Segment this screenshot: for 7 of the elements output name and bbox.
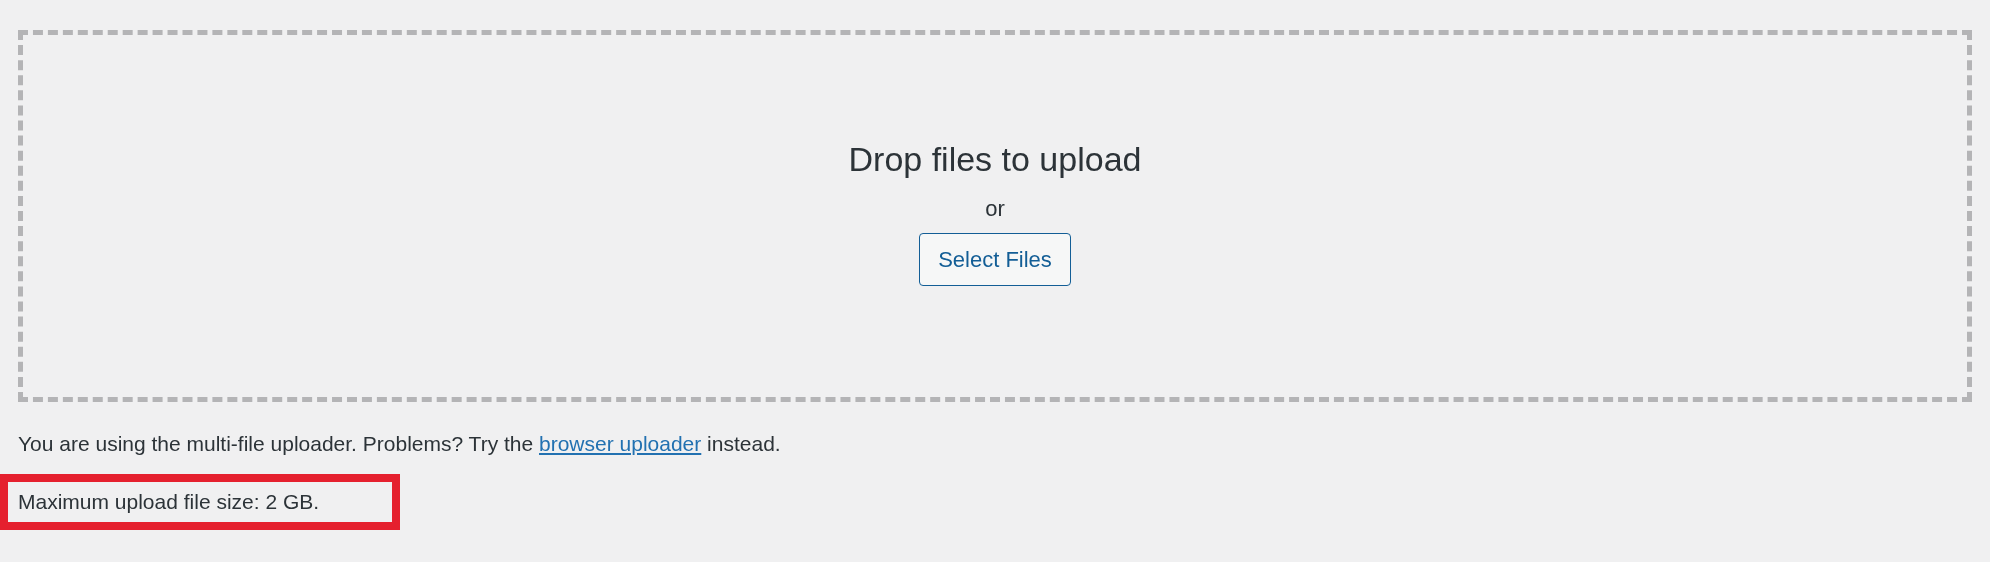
- drop-zone[interactable]: Drop files to upload or Select Files: [18, 30, 1972, 402]
- separator-text: or: [985, 194, 1005, 223]
- uploader-notice: You are using the multi-file uploader. Problems? Try the browser uploader instead.: [18, 431, 782, 457]
- drop-title: Drop files to upload: [848, 138, 1142, 179]
- browser-uploader-link[interactable]: browser uploader: [539, 432, 702, 455]
- max-upload-size: Maximum upload file size: 2 GB.: [18, 489, 320, 515]
- select-files-button[interactable]: Select Files: [919, 232, 1071, 286]
